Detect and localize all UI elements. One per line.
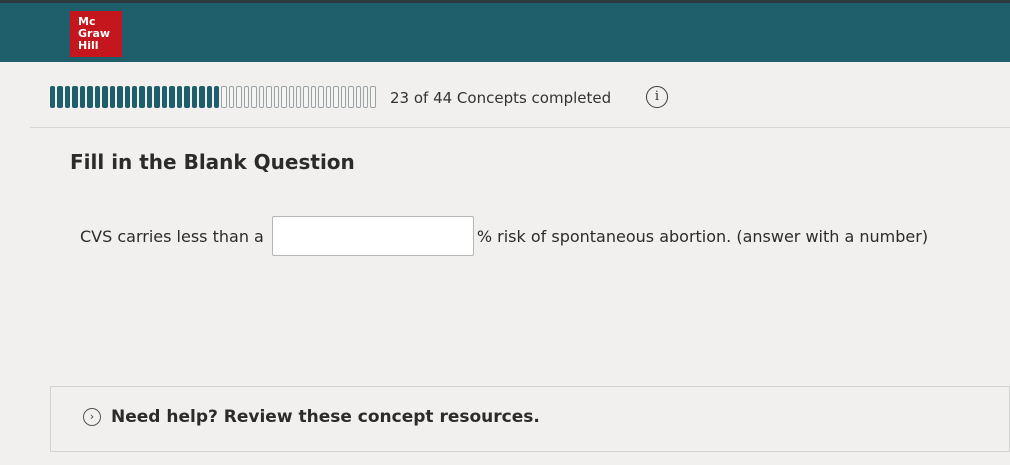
progress-row: 23 of 44 Concepts completed i [50,84,1000,110]
progress-segment [213,86,220,108]
question-text-after: % risk of spontaneous abortion. (answer … [476,226,929,246]
logo-line-3: Hill [78,39,99,52]
progress-segment [288,86,294,108]
progress-segment [206,86,212,108]
progress-segment [184,86,190,108]
progress-segment [333,86,339,108]
progress-segment [281,86,287,108]
help-toggle[interactable]: › Need help? Review these concept resour… [83,407,540,427]
question-text: CVS carries less than a % risk of sponta… [80,216,928,256]
progress-segment [94,86,101,108]
progress-segment [154,86,160,108]
top-header-bar: Mc Graw Hill [0,0,1010,62]
progress-segment [72,86,78,108]
progress-segment [124,86,130,108]
progress-segment [87,86,93,108]
progress-segment [50,86,56,108]
progress-segment [79,86,86,108]
progress-segment [176,86,183,108]
progress-segment [266,86,272,108]
progress-segment [355,86,362,108]
progress-segment [258,86,265,108]
progress-segment [169,86,175,108]
concept-progress-bar [50,86,376,108]
divider [30,127,1010,128]
mcgraw-hill-logo: Mc Graw Hill [70,11,122,57]
question-text-before: CVS carries less than a [80,226,264,246]
progress-label: 23 of 44 Concepts completed [390,89,612,107]
progress-segment [146,86,153,108]
progress-segment [236,86,242,108]
progress-segment [340,86,347,108]
progress-segment [161,86,168,108]
info-icon[interactable]: i [646,86,668,108]
answer-input[interactable] [271,216,474,256]
progress-segment [295,86,302,108]
progress-segment [64,86,71,108]
progress-segment [318,86,324,108]
progress-segment [325,86,332,108]
progress-segment [363,86,369,108]
progress-segment [109,86,116,108]
progress-segment [273,86,280,108]
progress-segment [310,86,317,108]
progress-segment [57,86,63,108]
progress-segment [221,86,227,108]
progress-segment [303,86,309,108]
progress-segment [243,86,250,108]
help-label: Need help? Review these concept resource… [111,407,540,427]
progress-segment [370,86,376,108]
progress-segment [228,86,235,108]
progress-segment [117,86,123,108]
progress-segment [131,86,138,108]
progress-segment [191,86,198,108]
progress-segment [102,86,108,108]
progress-segment [199,86,205,108]
progress-segment [348,86,354,108]
help-resources-panel[interactable]: › Need help? Review these concept resour… [50,386,1010,452]
question-title: Fill in the Blank Question [70,150,355,174]
chevron-right-icon[interactable]: › [83,408,101,426]
progress-segment [139,86,145,108]
progress-segment [251,86,257,108]
